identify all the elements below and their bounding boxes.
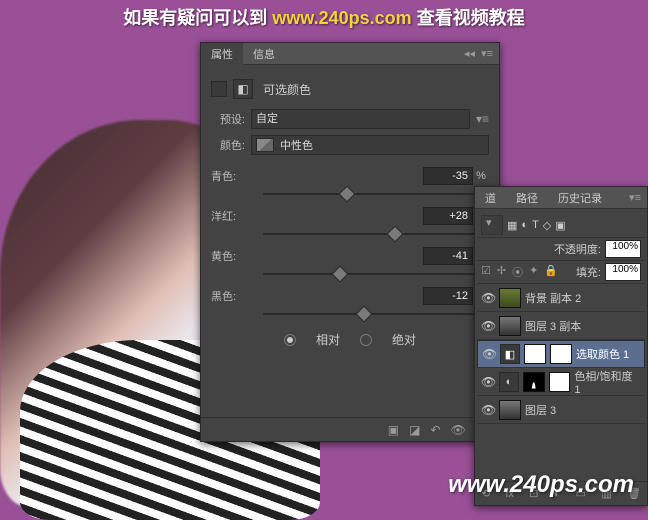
lock-artboard-icon[interactable]: ✦ — [529, 264, 538, 280]
layer-adj-icon-3: ◐ — [499, 372, 519, 392]
tab-channels[interactable]: 道 — [475, 187, 506, 209]
layer-name-4: 图层 3 — [525, 402, 556, 418]
slider-track-0[interactable] — [263, 187, 483, 201]
clip-icon[interactable]: ▣ — [388, 423, 399, 437]
watermark: www.240ps.com — [448, 471, 634, 499]
preset-select[interactable]: 自定 — [251, 109, 470, 129]
panel-title: 可选颜色 — [263, 81, 311, 98]
layer-mask-3 — [549, 372, 571, 392]
eye-icon-3[interactable]: 👁 — [481, 375, 495, 389]
slider-track-1[interactable] — [263, 227, 483, 241]
color-select[interactable]: 中性色 — [251, 135, 489, 155]
slider-label-3: 黑色: — [211, 288, 263, 304]
filter-smart-icon[interactable]: ▣ — [555, 219, 565, 232]
filter-pixel-icon[interactable]: ▦ — [507, 219, 517, 232]
lock-image-icon[interactable]: ✢ — [497, 264, 506, 280]
lock-all-icon[interactable]: 🔒 — [544, 264, 558, 280]
radio-relative[interactable] — [284, 334, 296, 346]
eye-icon-4[interactable]: 👁 — [481, 403, 495, 417]
properties-footer: ▣ ◪ ↶ 👁 🗑 — [201, 417, 499, 441]
slider-value-1[interactable] — [423, 207, 473, 225]
banner-text-2: 查看视频教程 — [417, 8, 525, 28]
panel-menu-icon[interactable]: ▾≡ — [481, 47, 493, 60]
adjustment-icon-1 — [211, 81, 227, 97]
percent-0: % — [473, 170, 489, 182]
preset-menu-icon[interactable]: ▾≡ — [476, 112, 489, 126]
preset-label: 预设: — [211, 111, 245, 127]
top-banner: 如果有疑问可以到 www.240ps.com 查看视频教程 — [0, 4, 648, 30]
layer-thumb-2 — [524, 344, 546, 364]
layer-name-1: 图层 3 副本 — [525, 318, 581, 334]
banner-text-1: 如果有疑问可以到 — [123, 8, 267, 28]
eye-icon-0[interactable]: 👁 — [481, 291, 495, 305]
layers-panel: 道 路径 历史记录 ▾≡ ▾ ▦ ◐ T ◇ ▣ 不透明度: 100% ☑ ✢ … — [474, 186, 648, 506]
layer-adj-icon-2: ◧ — [500, 344, 520, 364]
slider-label-1: 洋红: — [211, 208, 263, 224]
slider-value-0[interactable] — [423, 167, 473, 185]
layer-name-2: 选取颜色 1 — [576, 346, 629, 362]
layer-row-4[interactable]: 👁 图层 3 — [477, 396, 645, 424]
slider-track-3[interactable] — [263, 307, 483, 321]
opacity-value[interactable]: 100% — [605, 240, 641, 258]
slider-value-2[interactable] — [423, 247, 473, 265]
eye-icon-2[interactable]: 👁 — [482, 347, 496, 361]
radio-absolute-label: 绝对 — [392, 331, 416, 348]
layers-menu-icon[interactable]: ▾≡ — [629, 191, 641, 204]
lock-row: ☑ ✢ ⦿ ✦ 🔒 — [481, 264, 572, 280]
tab-history[interactable]: 历史记录 — [548, 187, 612, 209]
filter-text-icon[interactable]: T — [532, 219, 539, 231]
layer-row-2[interactable]: 👁 ◧ 选取颜色 1 — [477, 340, 645, 368]
layer-thumb-0 — [499, 288, 521, 308]
color-label: 颜色: — [211, 137, 245, 153]
properties-titlebar: 属性 信息 ◂◂ ▾≡ — [201, 43, 499, 65]
visibility-icon[interactable]: 👁 — [451, 423, 466, 437]
lock-position-icon[interactable]: ⦿ — [512, 264, 523, 280]
blend-mode-select[interactable]: ▾ — [481, 215, 503, 235]
tab-properties[interactable]: 属性 — [201, 43, 243, 65]
color-swatch — [256, 138, 274, 152]
layer-thumb-4 — [499, 400, 521, 420]
reset-icon[interactable]: ↶ — [430, 423, 440, 437]
layer-row-0[interactable]: 👁 背景 副本 2 — [477, 284, 645, 312]
layer-mask-2 — [550, 344, 572, 364]
layer-name-0: 背景 副本 2 — [525, 290, 581, 306]
selective-color-icon: ◧ — [233, 79, 253, 99]
radio-relative-label: 相对 — [316, 331, 340, 348]
tab-paths[interactable]: 路径 — [506, 187, 548, 209]
slider-track-2[interactable] — [263, 267, 483, 281]
opacity-label: 不透明度: — [481, 241, 601, 257]
panel-collapse-icon[interactable]: ◂◂ — [464, 47, 475, 60]
slider-label-0: 青色: — [211, 168, 263, 184]
layer-thumb-1 — [499, 316, 521, 336]
fill-label: 填充: — [576, 264, 601, 280]
layer-row-1[interactable]: 👁 图层 3 副本 — [477, 312, 645, 340]
tab-info[interactable]: 信息 — [243, 43, 285, 65]
properties-panel: 属性 信息 ◂◂ ▾≡ ◧ 可选颜色 预设: 自定 ▾≡ 颜色: 中性色 青色:… — [200, 42, 500, 442]
filter-adj-icon[interactable]: ◐ — [521, 219, 528, 231]
filter-shape-icon[interactable]: ◇ — [543, 219, 551, 232]
eye-icon-1[interactable]: 👁 — [481, 319, 495, 333]
radio-absolute[interactable] — [360, 334, 372, 346]
layers-titlebar: 道 路径 历史记录 ▾≡ — [475, 187, 647, 209]
fill-value[interactable]: 100% — [605, 263, 641, 281]
layer-name-3: 色相/饱和度 1 — [574, 368, 641, 396]
layer-row-3[interactable]: 👁 ◐ 色相/饱和度 1 — [477, 368, 645, 396]
slider-label-2: 黄色: — [211, 248, 263, 264]
layer-thumb-3 — [523, 372, 545, 392]
view-prev-icon[interactable]: ◪ — [409, 423, 420, 437]
lock-transparent-icon[interactable]: ☑ — [481, 264, 491, 280]
banner-link: www.240ps.com — [272, 8, 411, 28]
slider-value-3[interactable] — [423, 287, 473, 305]
